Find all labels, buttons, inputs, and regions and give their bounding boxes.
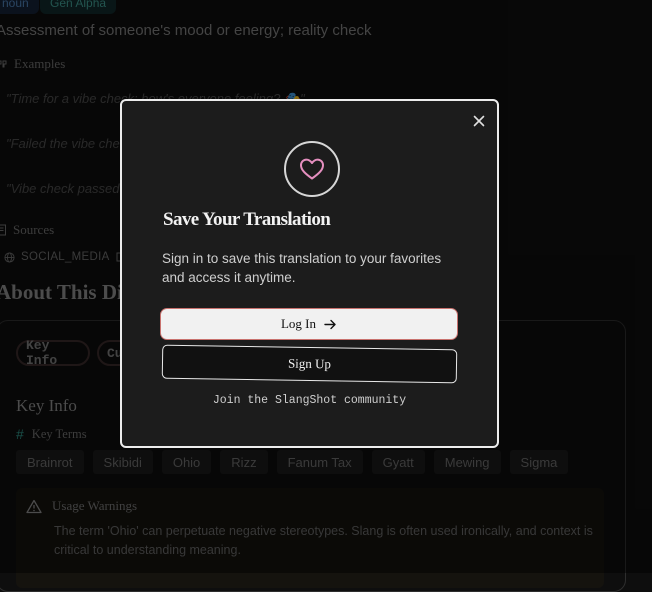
heart-badge: [284, 141, 340, 197]
community-tagline: Join the SlangShot community: [212, 394, 407, 407]
modal-description: Sign in to save this translation to your…: [162, 251, 442, 285]
sign-up-label: Sign Up: [287, 355, 332, 372]
save-translation-modal: Save Your Translation Sign in to save th…: [120, 99, 499, 448]
sign-up-button[interactable]: Sign Up: [161, 344, 458, 384]
log-in-button[interactable]: Log In: [160, 308, 458, 340]
close-icon[interactable]: [470, 112, 488, 130]
arrow-right-icon: [324, 319, 336, 329]
modal-title: Save Your Translation: [163, 209, 331, 230]
heart-icon: [300, 158, 324, 180]
log-in-label: Log In: [280, 316, 317, 331]
